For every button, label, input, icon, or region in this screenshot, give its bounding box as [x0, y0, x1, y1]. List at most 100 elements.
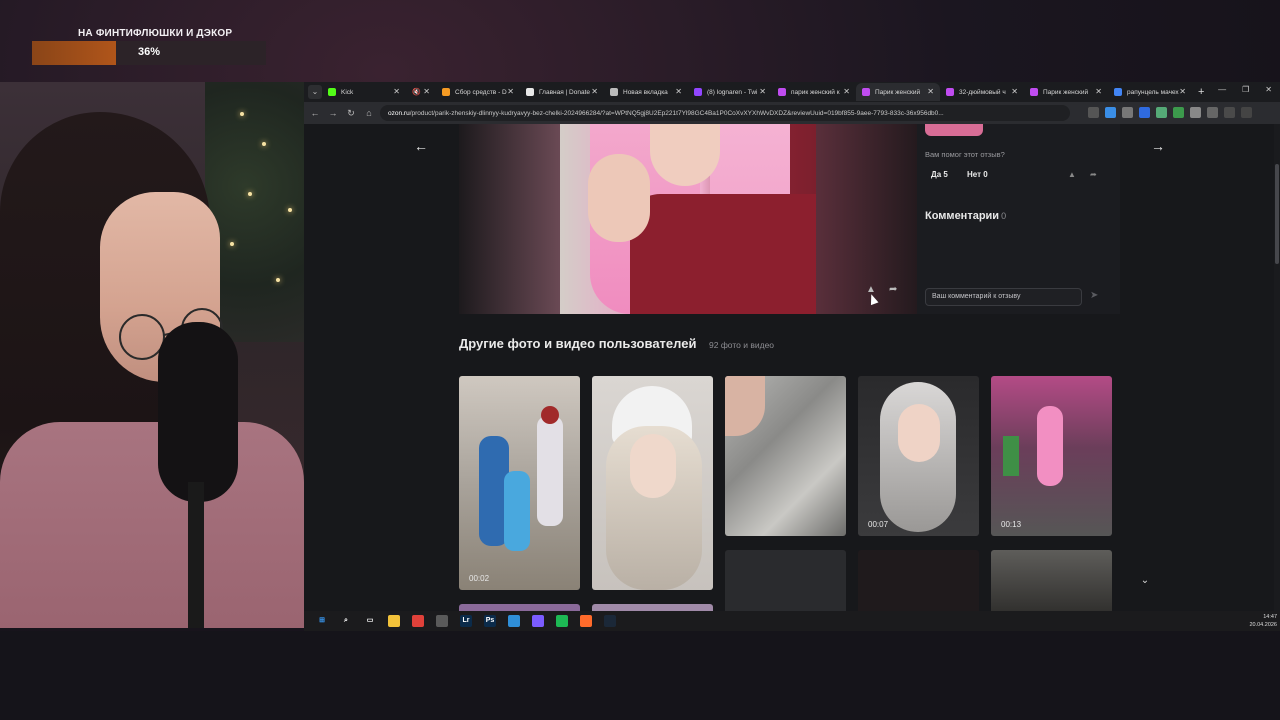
page-scrollbar[interactable] — [1274, 124, 1280, 618]
profile-icon[interactable] — [1224, 107, 1235, 118]
close-tab-icon[interactable]: ✕ — [759, 87, 766, 96]
close-tab-icon[interactable]: ✕ — [591, 87, 598, 96]
tab-favicon-icon — [442, 88, 450, 96]
home-icon[interactable]: ⌂ — [362, 108, 376, 118]
reload-icon[interactable]: ↻ — [344, 108, 358, 119]
video-duration: 00:07 — [868, 520, 889, 529]
extension-icon[interactable] — [1088, 107, 1099, 118]
report-icon[interactable]: ▲ — [1068, 170, 1076, 179]
browser-tab[interactable]: Парик женский ✕ — [856, 83, 940, 101]
extension-icon[interactable] — [1105, 107, 1116, 118]
gallery-item[interactable]: 00:13 — [991, 376, 1112, 536]
gallery-item[interactable] — [991, 550, 1112, 618]
browser-tab[interactable]: рапунцель мачех ✕ — [1108, 83, 1192, 101]
extensions-puzzle-icon[interactable] — [1190, 107, 1201, 118]
speaker-muted-icon: 🔇 — [412, 89, 421, 96]
search-icon[interactable]: ⌕ — [340, 615, 352, 627]
gallery-item[interactable]: 00:02 — [459, 376, 580, 590]
extension-icon[interactable] — [1139, 107, 1150, 118]
close-tab-icon[interactable]: ✕ — [927, 87, 934, 96]
review-thumbnail — [925, 124, 983, 136]
browser-tab[interactable]: Главная | Donate ✕ — [520, 83, 604, 101]
browser-tab[interactable]: (8) lognaren - Twi ✕ — [688, 83, 772, 101]
extension-icon[interactable] — [1122, 107, 1133, 118]
address-bar[interactable]: ozon.ru/product/parik-zhenskiy-dlinnyy-k… — [380, 105, 1070, 121]
comment-input[interactable]: Ваш комментарий к отзыву — [925, 288, 1082, 306]
close-tab-icon[interactable]: ✕ — [843, 87, 850, 96]
comments-count: 0 — [1001, 211, 1007, 221]
browser-tab[interactable]: парик женский к ✕ — [772, 83, 856, 101]
extensions-row — [1088, 107, 1252, 118]
close-tab-icon[interactable]: ✕ — [393, 87, 400, 96]
share-review-icon[interactable]: ➦ — [1090, 170, 1097, 179]
chrome-icon[interactable] — [412, 615, 424, 627]
minimize-icon[interactable]: — — [1218, 85, 1226, 94]
forward-icon[interactable]: → — [326, 108, 340, 118]
browser-tab[interactable]: Новая вкладка ✕ — [604, 83, 688, 101]
spotify-icon[interactable] — [556, 615, 568, 627]
back-icon[interactable]: ← — [308, 108, 322, 118]
edge-icon[interactable] — [508, 615, 520, 627]
scroll-down-chevron-icon[interactable]: ⌄ — [1136, 572, 1154, 590]
firefox-icon[interactable] — [580, 615, 592, 627]
tab-label: парик женский к — [791, 88, 840, 96]
gallery-item[interactable] — [725, 550, 846, 618]
tab-favicon-icon — [694, 88, 702, 96]
photoshop-icon[interactable]: Ps — [484, 615, 496, 627]
task-view-icon[interactable]: ▭ — [364, 615, 376, 627]
browser-tab[interactable]: Сбор средств - D ✕ — [436, 83, 520, 101]
gallery-item[interactable] — [725, 376, 846, 536]
close-tab-icon[interactable]: ✕ — [423, 87, 430, 96]
share-icon[interactable]: ➦ — [889, 284, 897, 295]
prev-review-arrow-icon[interactable]: ← — [414, 138, 428, 154]
hand-gesture — [588, 154, 650, 242]
stream-frame: НА ФИНТИФЛЮШКИ И ДЭКОР 36% ⌄ Kick ✕ 🔇 ✕ Сбор… — [0, 0, 1280, 720]
browser-toolbar: ← → ↻ ⌂ ozon.ru/product/parik-zhenskiy-d… — [304, 102, 1280, 124]
start-icon[interactable]: ⊞ — [316, 615, 328, 627]
tab-label: Сбор средств - D — [455, 88, 507, 96]
gallery-title: Другие фото и видео пользователей — [459, 336, 697, 351]
close-tab-icon[interactable]: ✕ — [1011, 87, 1018, 96]
helpful-no-button[interactable]: Нет 0 — [967, 170, 988, 179]
browser-tab[interactable]: 32-дюймовый ч ✕ — [940, 83, 1024, 101]
close-tab-icon[interactable]: ✕ — [1095, 87, 1102, 96]
helpful-yes-button[interactable]: Да 5 — [931, 170, 948, 179]
review-media-viewer[interactable] — [459, 124, 917, 314]
gallery-item[interactable] — [858, 550, 979, 618]
browser-tab[interactable]: 🔇 ✕ — [406, 83, 436, 101]
close-tab-icon[interactable]: ✕ — [1179, 87, 1186, 96]
obs-icon[interactable] — [436, 615, 448, 627]
close-window-icon[interactable]: ✕ — [1265, 85, 1272, 94]
review-photo — [560, 124, 816, 314]
tab-favicon-icon — [1114, 88, 1122, 96]
comments-heading: Комментарии 0 — [925, 210, 1007, 222]
lightroom-icon[interactable]: Lr — [460, 615, 472, 627]
tab-label: 32-дюймовый ч — [959, 88, 1006, 96]
extension-icon[interactable] — [1173, 107, 1184, 118]
next-review-arrow-icon[interactable]: → — [1151, 138, 1165, 154]
extension-icon[interactable] — [1207, 107, 1218, 118]
file-explorer-icon[interactable] — [388, 615, 400, 627]
app-grid-icon[interactable] — [532, 615, 544, 627]
tab-favicon-icon — [862, 88, 870, 96]
maximize-icon[interactable]: ❐ — [1242, 85, 1249, 94]
tab-label: рапунцель мачех — [1127, 88, 1179, 96]
close-tab-icon[interactable]: ✕ — [507, 87, 514, 96]
video-duration: 00:13 — [1001, 520, 1022, 529]
browser-tab[interactable]: Kick ✕ — [322, 83, 406, 101]
system-clock[interactable]: 14:47 20.04.2026 — [1249, 613, 1277, 629]
menu-dots-icon[interactable] — [1241, 107, 1252, 118]
tab-label: Парик женский — [1043, 88, 1089, 96]
browser-tab[interactable]: Парик женский ✕ — [1024, 83, 1108, 101]
close-tab-icon[interactable]: ✕ — [675, 87, 682, 96]
extension-icon[interactable] — [1156, 107, 1167, 118]
tab-favicon-icon — [946, 88, 954, 96]
send-icon[interactable]: ➤ — [1090, 290, 1098, 301]
gallery-item[interactable]: 00:07 — [858, 376, 979, 536]
tab-favicon-icon — [610, 88, 618, 96]
tab-search-icon[interactable]: ⌄ — [308, 85, 322, 99]
gallery-item[interactable] — [592, 376, 713, 590]
steam-icon[interactable] — [604, 615, 616, 627]
webcam-feed — [0, 82, 304, 628]
new-tab-icon[interactable]: + — [1198, 86, 1204, 98]
